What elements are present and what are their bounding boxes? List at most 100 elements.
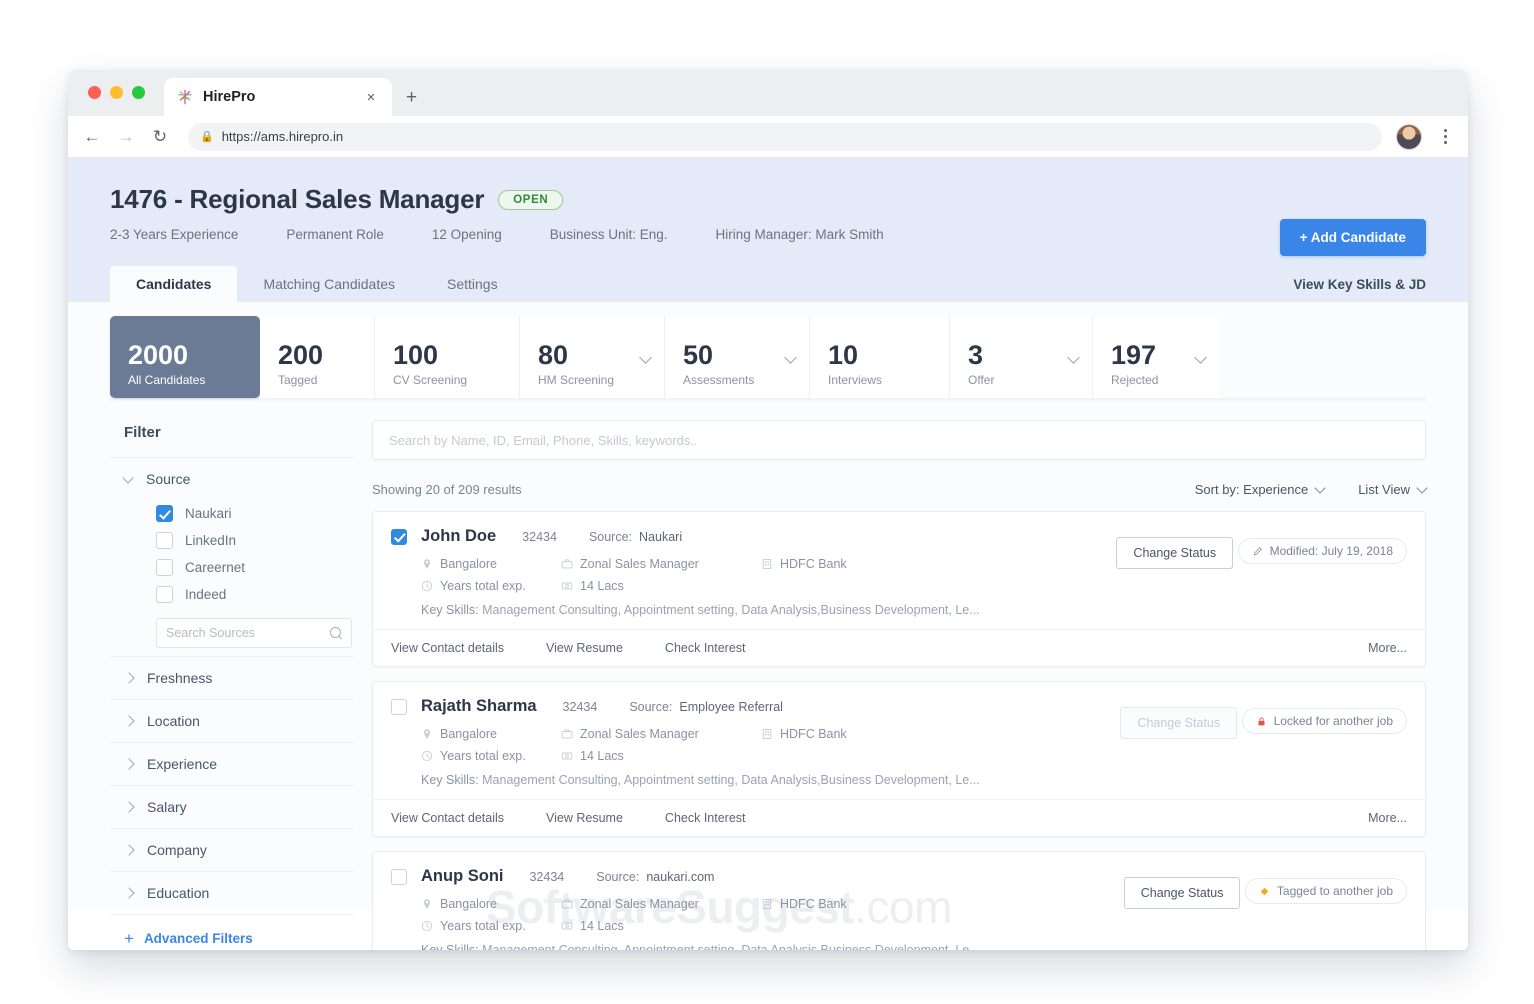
candidate-source-value: naukari.com	[646, 870, 714, 884]
filter-group-freshness-header[interactable]: Freshness	[110, 657, 354, 699]
filter-option-label: LinkedIn	[185, 533, 236, 548]
filter-group-education-header[interactable]: Education	[110, 872, 354, 914]
stat-all-candidates[interactable]: 2000 All Candidates	[110, 316, 260, 398]
chevron-right-icon	[123, 672, 134, 683]
candidate-card-body: John Doe 32434 Source: Naukari Bangalore	[373, 512, 1425, 629]
view-resume-link[interactable]: View Resume	[546, 811, 623, 825]
browser-tab[interactable]: HirePro ×	[164, 78, 392, 116]
stat-value: 200	[278, 341, 358, 369]
tag-icon	[1259, 886, 1270, 897]
filter-option-label: Naukari	[185, 506, 232, 521]
tab-settings[interactable]: Settings	[421, 266, 524, 302]
check-interest-link[interactable]: Check Interest	[665, 811, 746, 825]
lock-icon	[1256, 716, 1267, 727]
filter-group-freshness: Freshness	[110, 656, 354, 699]
candidate-search-input[interactable]: Search by Name, ID, Email, Phone, Skills…	[372, 420, 1426, 460]
forward-icon[interactable]: →	[116, 127, 136, 147]
more-link[interactable]: More...	[1368, 811, 1407, 825]
profile-avatar[interactable]	[1396, 124, 1422, 150]
stat-value: 50	[683, 341, 793, 369]
candidate-select-checkbox[interactable]	[391, 699, 407, 715]
candidate-name[interactable]: Rajath Sharma	[421, 697, 537, 716]
search-sources-input[interactable]: Search Sources	[156, 618, 352, 648]
stat-cv-screening[interactable]: 100 CV Screening	[375, 316, 520, 398]
check-interest-link[interactable]: Check Interest	[665, 641, 746, 655]
checkbox-icon[interactable]	[156, 559, 173, 576]
building-icon	[761, 728, 773, 740]
change-status-button[interactable]: Change Status	[1124, 877, 1241, 909]
view-key-skills-jd-link[interactable]: View Key Skills & JD	[1293, 277, 1426, 292]
tab-matching-candidates[interactable]: Matching Candidates	[237, 266, 421, 302]
view-mode-dropdown[interactable]: List View	[1358, 482, 1426, 497]
checkbox-icon[interactable]	[156, 532, 173, 549]
filter-option-naukari[interactable]: Naukari	[156, 500, 354, 527]
stat-hm-screening[interactable]: 80 HM Screening	[520, 316, 665, 398]
view-resume-link[interactable]: View Resume	[546, 641, 623, 655]
filter-option-linkedin[interactable]: LinkedIn	[156, 527, 354, 554]
candidate-company-text: HDFC Bank	[780, 557, 847, 571]
filter-group-source-header[interactable]: Source	[110, 458, 354, 500]
key-skills-label: Key Skills:	[421, 943, 479, 950]
more-link[interactable]: More...	[1368, 641, 1407, 655]
filter-group-experience: Experience	[110, 742, 354, 785]
close-icon[interactable]: ×	[362, 90, 380, 105]
locked-badge: Locked for another job	[1242, 708, 1407, 734]
tab-candidates[interactable]: Candidates	[110, 266, 237, 302]
stat-tagged[interactable]: 200 Tagged	[260, 316, 375, 398]
window-traffic-lights	[88, 86, 145, 99]
filter-group-label: Source	[146, 471, 190, 487]
filter-group-label: Freshness	[147, 670, 212, 686]
candidate-card: Anup Soni 32434 Source: naukari.com Bang…	[372, 851, 1426, 950]
view-contact-details-link[interactable]: View Contact details	[391, 641, 504, 655]
candidate-salary-text: 14 Lacs	[580, 919, 624, 933]
meta-openings: 12 Opening	[432, 227, 502, 242]
checkbox-checked-icon[interactable]	[156, 505, 173, 522]
briefcase-icon	[561, 558, 573, 570]
back-icon[interactable]: ←	[82, 127, 102, 147]
new-tab-button[interactable]: +	[406, 88, 417, 107]
building-icon	[761, 558, 773, 570]
change-status-button[interactable]: Change Status	[1116, 537, 1233, 569]
close-window-button[interactable]	[88, 86, 101, 99]
candidate-name[interactable]: John Doe	[421, 527, 496, 546]
minimize-window-button[interactable]	[110, 86, 123, 99]
stat-offer[interactable]: 3 Offer	[950, 316, 1093, 398]
candidate-select-checkbox[interactable]	[391, 529, 407, 545]
candidate-name[interactable]: Anup Soni	[421, 867, 503, 886]
filter-option-careernet[interactable]: Careernet	[156, 554, 354, 581]
address-bar[interactable]: 🔒 https://ams.hirepro.in	[188, 123, 1382, 151]
location-pin-icon	[421, 898, 433, 910]
sort-by-dropdown[interactable]: Sort by: Experience	[1195, 482, 1324, 497]
filter-group-education: Education	[110, 871, 354, 914]
maximize-window-button[interactable]	[132, 86, 145, 99]
candidate-select-checkbox[interactable]	[391, 869, 407, 885]
candidate-experience-text: Years total exp.	[440, 749, 526, 763]
browser-menu-icon[interactable]	[1436, 129, 1454, 144]
filter-group-experience-header[interactable]: Experience	[110, 743, 354, 785]
filter-option-indeed[interactable]: Indeed	[156, 581, 354, 608]
filter-group-salary-header[interactable]: Salary	[110, 786, 354, 828]
candidate-salary: 14 Lacs	[561, 919, 761, 933]
browser-tab-strip: HirePro × +	[68, 70, 1468, 116]
filter-group-location-header[interactable]: Location	[110, 700, 354, 742]
stat-assessments[interactable]: 50 Assessments	[665, 316, 810, 398]
candidate-experience-text: Years total exp.	[440, 579, 526, 593]
key-skills-label: Key Skills:	[421, 603, 479, 617]
stat-interviews[interactable]: 10 Interviews	[810, 316, 950, 398]
candidate-role-text: Zonal Sales Manager	[580, 557, 699, 571]
reload-icon[interactable]: ↻	[150, 127, 170, 147]
view-mode-label: List View	[1358, 482, 1410, 497]
filter-group-company-header[interactable]: Company	[110, 829, 354, 871]
candidate-source-label: Source:	[589, 530, 632, 544]
lock-icon: 🔒	[200, 130, 214, 143]
checkbox-icon[interactable]	[156, 586, 173, 603]
candidate-search-placeholder: Search by Name, ID, Email, Phone, Skills…	[389, 433, 698, 448]
stat-rejected[interactable]: 197 Rejected	[1093, 316, 1219, 398]
candidate-company-text: HDFC Bank	[780, 897, 847, 911]
job-tabs: Candidates Matching Candidates Settings …	[110, 264, 1426, 302]
view-contact-details-link[interactable]: View Contact details	[391, 811, 504, 825]
stat-value: 2000	[128, 341, 244, 369]
stat-label: Rejected	[1111, 373, 1203, 387]
add-candidate-button[interactable]: + Add Candidate	[1280, 219, 1426, 256]
advanced-filters-button[interactable]: + Advanced Filters	[110, 915, 354, 947]
